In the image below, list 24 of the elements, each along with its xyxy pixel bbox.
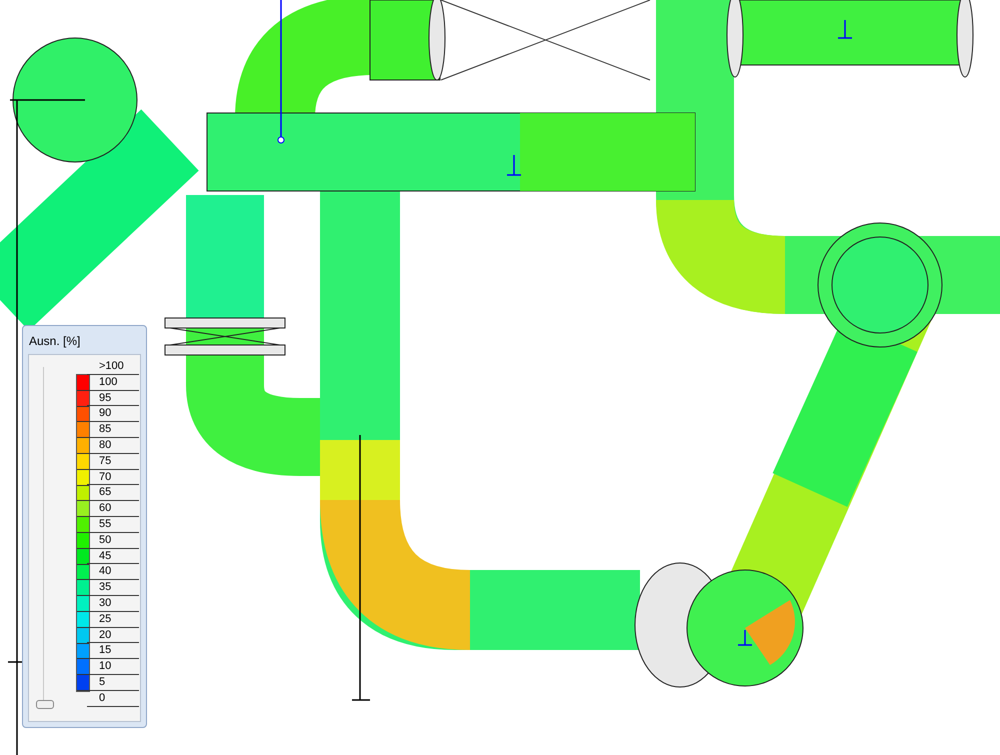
scale-label: 40 [87, 564, 139, 580]
scale-label: 30 [87, 596, 139, 612]
scale-label: 20 [87, 628, 139, 644]
scale-label: 45 [87, 548, 139, 564]
scale-label: 15 [87, 643, 139, 660]
scale-label: 0 [87, 690, 139, 707]
scale-label: 50 [87, 532, 139, 549]
scale-label: 60 [87, 501, 139, 517]
scale-label: 95 [87, 390, 139, 406]
scale-label: 35 [87, 580, 139, 596]
scale-label: 100 [87, 374, 139, 391]
scale-label: 80 [87, 438, 139, 454]
scale-label: 25 [87, 612, 139, 628]
scale-label: 55 [87, 516, 139, 533]
scale-label: 75 [87, 454, 139, 470]
scale-label: 65 [87, 485, 139, 502]
slider-thumb[interactable] [36, 700, 54, 709]
scale-label: >100 [87, 359, 139, 375]
scale-label: 90 [87, 406, 139, 422]
scale-label: 70 [87, 470, 139, 486]
scale-label: 5 [87, 674, 139, 691]
scale-label: 10 [87, 659, 139, 675]
scale-label: 85 [87, 422, 139, 438]
legend-title: Ausn. [%] [28, 333, 82, 350]
